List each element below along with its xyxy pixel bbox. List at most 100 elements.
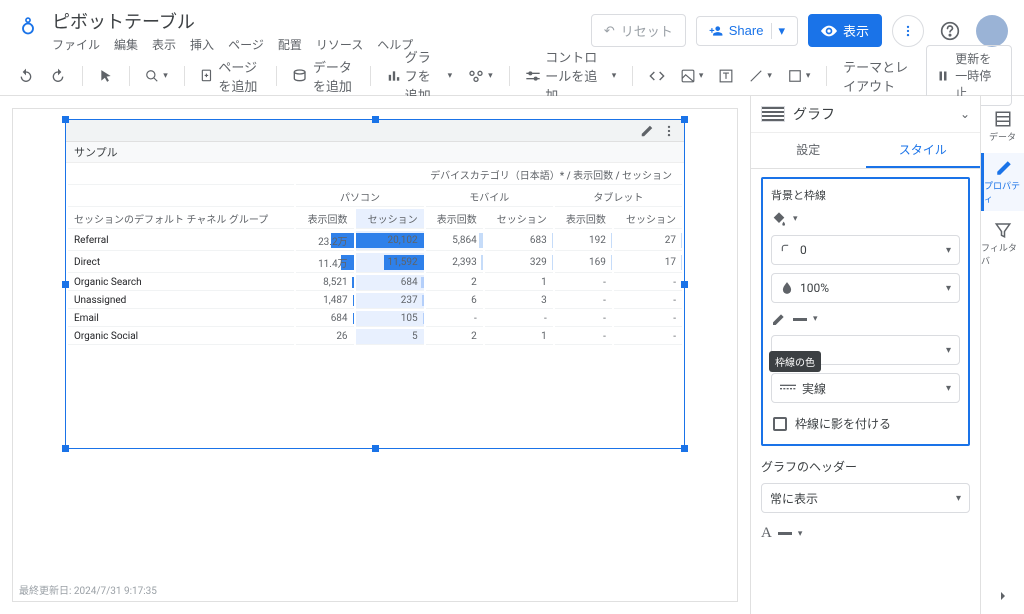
data-icon [994, 110, 1012, 128]
section-title: 背景と枠線 [771, 187, 960, 203]
select-tool[interactable] [93, 65, 119, 87]
side-rail: データ プロパティ フィルタバ [980, 96, 1024, 614]
opacity-select[interactable]: 100%▾ [771, 273, 960, 303]
canvas-area[interactable]: サンプル デバイスカテゴリ（日本語）* / 表示回数 / セッション パソコン … [0, 96, 750, 614]
table-cell: 5,864 [426, 231, 483, 251]
border-radius-select[interactable]: 0▾ [771, 235, 960, 265]
rail-collapse-button[interactable] [995, 588, 1011, 604]
add-page-button[interactable]: ページを追加 [194, 53, 266, 99]
table-cell: - [614, 275, 682, 291]
table-cell: - [555, 311, 612, 327]
table-cell: 192 [555, 231, 612, 251]
help-icon [940, 21, 960, 41]
table-cell: 26 [296, 329, 353, 345]
resize-handle[interactable] [62, 445, 69, 452]
tooltip: 枠線の色 [769, 351, 821, 372]
looker-logo-icon [16, 14, 40, 38]
table-cell: - [555, 329, 612, 345]
border-shadow-checkbox[interactable]: 枠線に影を付ける [771, 411, 960, 436]
chart-header-bar [66, 120, 684, 142]
image-icon [681, 69, 695, 83]
dimension-header: セッションのデフォルト チャネル グループ [68, 209, 294, 229]
more-options-button[interactable] [892, 15, 924, 47]
shape-icon [788, 69, 802, 83]
table-cell: 11.4万 [296, 253, 353, 273]
fill-color-picker[interactable]: ▾ [771, 211, 798, 227]
chevron-down-icon[interactable]: ▾ [771, 23, 785, 39]
line-button[interactable]: ▾ [743, 65, 778, 87]
menu-view[interactable]: 表示 [152, 36, 176, 53]
zoom-tool[interactable]: ▾ [139, 65, 174, 87]
rail-properties[interactable]: プロパティ [981, 153, 1024, 211]
rail-filterbar[interactable]: フィルタバ [981, 215, 1024, 273]
text-button[interactable] [713, 65, 739, 87]
row-label: Organic Social [68, 329, 294, 345]
row-label: Direct [68, 253, 294, 273]
page-plus-icon [200, 68, 214, 84]
resize-handle[interactable] [681, 116, 688, 123]
resize-handle[interactable] [372, 445, 379, 452]
header-visibility-select[interactable]: 常に表示▾ [761, 483, 970, 513]
menu-resource[interactable]: リソース [316, 36, 363, 53]
resize-handle[interactable] [62, 116, 69, 123]
table-cell: 1,487 [296, 293, 353, 309]
rail-data[interactable]: データ [981, 104, 1024, 149]
border-style-select[interactable]: 実線▾ [771, 373, 960, 403]
pencil-icon[interactable] [640, 124, 654, 138]
more-vert-icon[interactable] [662, 124, 676, 138]
menu-page[interactable]: ページ [228, 36, 264, 53]
report-page[interactable]: サンプル デバイスカテゴリ（日本語）* / 表示回数 / セッション パソコン … [12, 108, 738, 602]
add-data-button[interactable]: データを追加 [287, 53, 360, 99]
menu-arrange[interactable]: 配置 [278, 36, 302, 53]
opacity-icon [780, 281, 794, 295]
pivot-table-chart[interactable]: サンプル デバイスカテゴリ（日本語）* / 表示回数 / セッション パソコン … [65, 119, 685, 449]
redo-button[interactable] [44, 64, 72, 88]
border-color-picker[interactable]: ▾ [771, 311, 818, 327]
database-icon [293, 69, 309, 83]
chart-type-thumb-icon[interactable] [761, 106, 785, 122]
pivot-super-title: デバイスカテゴリ（日本語）* / 表示回数 / セッション [296, 165, 682, 185]
resize-handle[interactable] [62, 281, 69, 288]
view-button[interactable]: 表示 [808, 14, 882, 47]
community-viz-button[interactable]: ▾ [462, 65, 499, 87]
document-title[interactable]: ピボットテーブル [52, 8, 591, 34]
resize-handle[interactable] [681, 281, 688, 288]
slider-icon [525, 70, 541, 82]
help-button[interactable] [934, 15, 966, 47]
table-cell: - [614, 293, 682, 309]
tab-setup[interactable]: 設定 [751, 133, 866, 168]
collapse-icon[interactable]: ⌄ [960, 107, 970, 121]
table-cell: 683 [485, 231, 553, 251]
checkbox-icon [773, 417, 787, 431]
menu-edit[interactable]: 編集 [114, 36, 138, 53]
table-cell: 27 [614, 231, 682, 251]
table-cell: - [485, 311, 553, 327]
table-cell: 8,521 [296, 275, 353, 291]
menu-file[interactable]: ファイル [52, 36, 100, 53]
embed-button[interactable] [643, 66, 671, 86]
text-icon [719, 69, 733, 83]
header-text-color-picker[interactable]: A ▾ [761, 525, 802, 542]
menu-insert[interactable]: 挿入 [190, 36, 214, 53]
table-row: Organic Search8,52168421-- [68, 275, 682, 291]
chart-icon [387, 69, 401, 83]
resize-handle[interactable] [372, 116, 379, 123]
toolbar: ▾ ページを追加 データを追加 グラフを追加▾ ▾ コントロールを追加▾ ▾ ▾… [0, 56, 1024, 96]
paint-bucket-icon [771, 211, 787, 227]
share-button[interactable]: Share▾ [696, 16, 798, 46]
undo-button[interactable] [12, 64, 40, 88]
table-cell: 17 [614, 253, 682, 273]
table-cell: 11,592 [356, 253, 424, 273]
theme-layout-button[interactable]: テーマとレイアウト [837, 53, 922, 99]
resize-handle[interactable] [681, 445, 688, 452]
code-icon [649, 70, 665, 82]
community-icon [468, 69, 484, 83]
tab-style[interactable]: スタイル [866, 133, 981, 168]
table-cell: 2 [426, 275, 483, 291]
corner-icon [780, 243, 794, 257]
table-cell: - [426, 311, 483, 327]
account-avatar[interactable] [976, 15, 1008, 47]
pivot-table: デバイスカテゴリ（日本語）* / 表示回数 / セッション パソコン モバイル … [66, 163, 684, 347]
image-button[interactable]: ▾ [675, 65, 710, 87]
shape-button[interactable]: ▾ [782, 65, 817, 87]
